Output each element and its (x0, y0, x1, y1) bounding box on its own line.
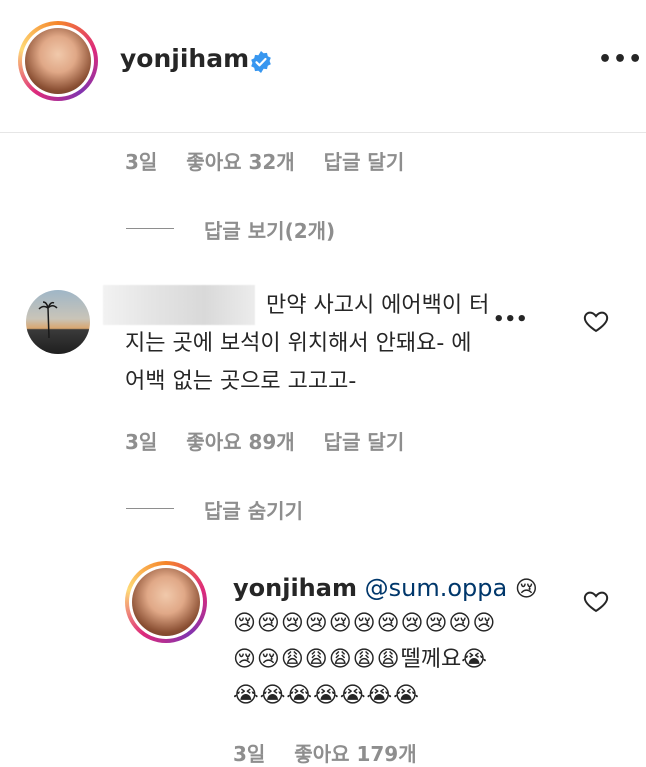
profile-avatar-ring[interactable] (18, 21, 98, 101)
comment-time: 3일 (125, 150, 158, 174)
reply-username[interactable]: yonjiham (233, 574, 357, 602)
header-username[interactable]: yonjiham (120, 44, 249, 73)
reply-emoji-line-4: 😭😭😭😭😭😭😭 (233, 683, 420, 708)
post-header: yonjiham ••• (0, 0, 646, 133)
comment-text-line-1: 만약 사고시 에어백이 터 (266, 293, 490, 318)
avatar[interactable] (26, 290, 90, 354)
palm-tree-silhouette-icon (38, 301, 58, 339)
reply-emoji-line-3: 😢😢😩😩😩😩😩뗄께요😭 (233, 647, 488, 672)
reply-avatar-ring[interactable] (125, 561, 207, 643)
crying-face-emoji: 😢 (514, 577, 539, 602)
comment-likes[interactable]: 좋아요 89개 (186, 430, 294, 454)
comment-likes[interactable]: 좋아요 32개 (186, 150, 294, 174)
reply-button[interactable]: 답글 달기 (324, 430, 405, 454)
avatar (132, 568, 200, 636)
hide-replies-button[interactable]: 답글 숨기기 (204, 495, 303, 524)
comment-time: 3일 (125, 430, 158, 454)
comment-text-line-3: 어백 없는 곳으로 고고고- (125, 369, 357, 394)
like-heart-icon[interactable] (582, 587, 610, 615)
replies-divider-line (126, 228, 174, 229)
comment-time: 3일 (233, 742, 266, 766)
reply-emoji-line-2: 😢😢😢😢😢😢😢😢😢😢😢 (233, 611, 497, 636)
comment-text-line-2: 지는 곳에 보석이 위치해서 안돼요- 에 (125, 331, 472, 356)
comment-meta: 3일 좋아요 179개 (233, 738, 439, 767)
reply-first-line: yonjiham @sum.oppa 😢 (233, 570, 539, 608)
comment-more-icon[interactable]: ••• (489, 309, 532, 330)
reply-text: 뗄께요 (400, 647, 462, 672)
replies-divider-line (126, 508, 174, 509)
view-replies-button[interactable]: 답글 보기(2개) (204, 215, 335, 244)
comment-meta: 3일 좋아요 32개 답글 달기 (125, 146, 426, 175)
reply-button[interactable]: 답글 달기 (324, 150, 405, 174)
reply-mention[interactable]: @sum.oppa (365, 574, 508, 602)
comment-likes[interactable]: 좋아요 179개 (294, 742, 416, 766)
redacted-username (103, 285, 255, 325)
verified-badge-icon (251, 51, 271, 73)
avatar (25, 28, 91, 94)
more-options-icon[interactable]: ••• (598, 47, 643, 72)
like-heart-icon[interactable] (582, 307, 610, 335)
comment-meta: 3일 좋아요 89개 답글 달기 (125, 426, 426, 455)
